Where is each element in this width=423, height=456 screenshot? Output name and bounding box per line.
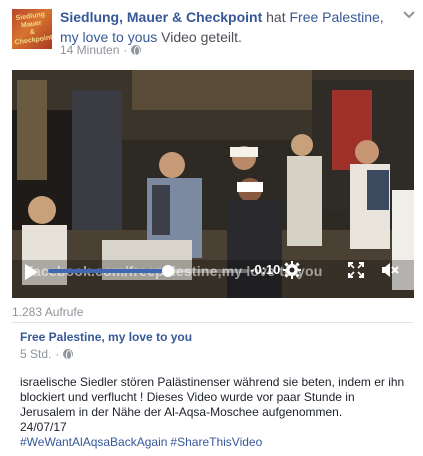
- meta-separator: ·: [123, 43, 128, 57]
- shared-post-meta: 5 Std. ·: [20, 347, 410, 361]
- mute-icon[interactable]: [381, 262, 399, 278]
- post-headline: Siedlung, Mauer & Checkpoint hat Free Pa…: [60, 7, 390, 47]
- post-body: israelische Siedler stören Palästinenser…: [20, 375, 405, 419]
- shared-post-header: Free Palestine, my love to you 5 Std. ·: [20, 330, 410, 361]
- post-meta: 14 Minuten ·: [60, 43, 142, 57]
- shared-page-name[interactable]: Free Palestine, my love to you: [20, 330, 410, 345]
- progress-handle[interactable]: [162, 265, 174, 277]
- view-count: 1.283 Aufrufe: [12, 305, 84, 319]
- time-remaining: -0:10: [250, 262, 281, 277]
- progress-fill: [48, 269, 168, 273]
- expand-icon[interactable]: [348, 262, 364, 278]
- globe-icon[interactable]: [63, 349, 74, 360]
- progress-bar[interactable]: [48, 265, 248, 277]
- video-controls: -0:10: [12, 258, 414, 284]
- chevron-down-icon[interactable]: [402, 8, 416, 22]
- hashtag-link[interactable]: #WeWantAlAqsaBackAgain: [20, 435, 167, 449]
- page-avatar[interactable]: Siedlung Mauer & Checkpoint: [12, 9, 52, 49]
- shared-post-time[interactable]: 5 Std.: [20, 347, 51, 361]
- headline-action: hat: [262, 9, 290, 25]
- shared-meta-separator: ·: [55, 347, 60, 361]
- gear-icon[interactable]: [283, 261, 301, 279]
- post-header: Siedlung Mauer & Checkpoint Siedlung, Mauer…: [0, 0, 423, 70]
- globe-icon[interactable]: [131, 45, 142, 56]
- post-text: israelische Siedler stören Palästinenser…: [20, 375, 410, 435]
- divider: [12, 322, 413, 323]
- play-icon[interactable]: [25, 264, 38, 280]
- hashtag-list: #WeWantAlAqsaBackAgain #ShareThisVideo: [20, 435, 265, 449]
- post-date: 24/07/17: [20, 420, 67, 434]
- author-link[interactable]: Siedlung, Mauer & Checkpoint: [60, 9, 262, 25]
- headline-object: Video: [157, 29, 197, 45]
- hashtag-link[interactable]: #ShareThisVideo: [170, 435, 262, 449]
- post-time[interactable]: 14 Minuten: [60, 43, 119, 57]
- headline-verb: geteilt.: [196, 29, 242, 45]
